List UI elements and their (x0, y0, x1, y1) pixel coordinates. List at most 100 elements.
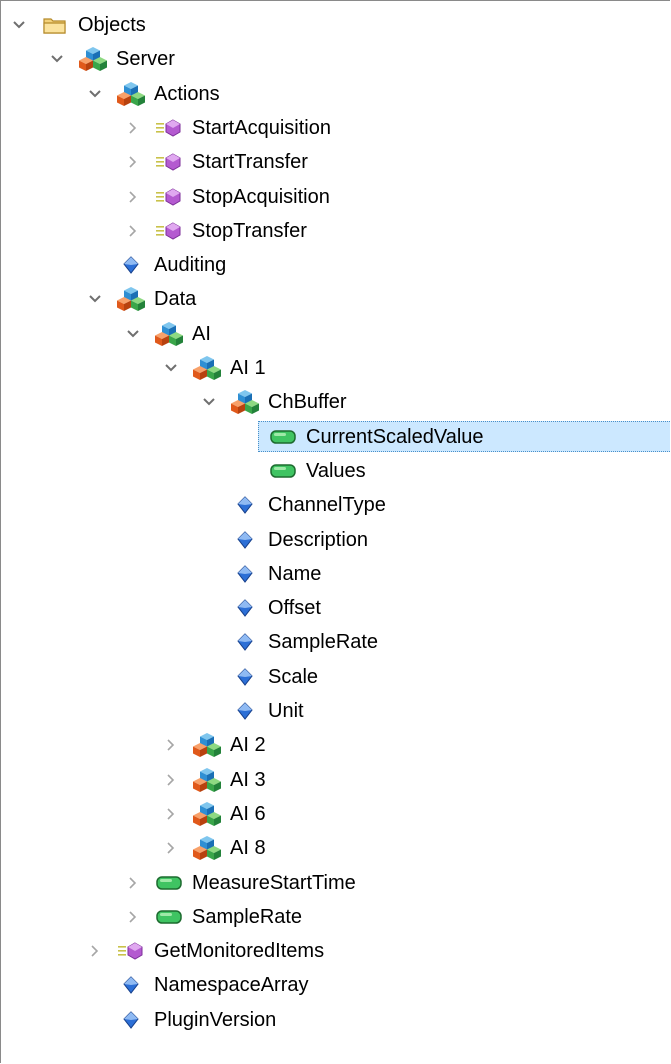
folder-icon (38, 8, 72, 42)
tree-node[interactable]: StartTransfer (1, 145, 670, 179)
tree-node[interactable]: Name (1, 557, 670, 591)
tree-node-label: Auditing (154, 254, 227, 277)
chevron-down-icon[interactable] (161, 351, 181, 385)
chevron-down-icon[interactable] (199, 385, 219, 419)
tree-node[interactable]: AI 3 (1, 763, 670, 797)
tree-node[interactable]: Data (1, 282, 670, 316)
tree-node[interactable]: Auditing (1, 248, 670, 282)
property-icon (228, 488, 262, 522)
object-icon (190, 728, 224, 762)
chevron-right-icon[interactable] (161, 728, 181, 762)
variable-icon (152, 900, 186, 934)
chevron-down-icon[interactable] (85, 77, 105, 111)
tree-node[interactable]: Unit (1, 694, 670, 728)
chevron-down-icon[interactable] (9, 8, 29, 42)
method-icon (152, 180, 186, 214)
tree-node-label: StartTransfer (192, 151, 308, 174)
property-icon (114, 1003, 148, 1037)
chevron-down-icon[interactable] (47, 42, 67, 76)
chevron-right-icon[interactable] (85, 934, 105, 968)
tree-node-label: StopAcquisition (192, 185, 330, 208)
tree-node-label: Unit (268, 700, 304, 722)
tree-node[interactable]: Description (1, 523, 670, 557)
property-icon (228, 591, 262, 625)
property-icon (114, 248, 148, 282)
object-icon (76, 42, 110, 76)
object-icon (190, 351, 224, 385)
tree-node-label: Description (268, 528, 369, 551)
object-icon (190, 797, 224, 831)
variable-icon (266, 420, 300, 454)
tree-node-label: CurrentScaledValue (306, 425, 484, 448)
tree-node[interactable]: Offset (1, 591, 670, 625)
property-icon (228, 625, 262, 659)
tree-node[interactable]: GetMonitoredItems (1, 934, 670, 968)
method-icon (152, 145, 186, 179)
tree-node[interactable]: CurrentScaledValue (1, 420, 670, 454)
tree-node[interactable]: AI 6 (1, 797, 670, 831)
chevron-right-icon[interactable] (161, 797, 181, 831)
chevron-right-icon[interactable] (161, 831, 181, 865)
chevron-down-icon[interactable] (123, 317, 143, 351)
tree-node[interactable]: StartAcquisition (1, 111, 670, 145)
tree-node[interactable]: Objects (1, 8, 670, 42)
tree-node-label: ChBuffer (268, 391, 347, 414)
tree-node[interactable]: StopAcquisition (1, 180, 670, 214)
tree-node[interactable]: NamespaceArray (1, 968, 670, 1002)
tree-node-label: Objects (78, 14, 146, 36)
tree-node-label: AI 3 (230, 768, 266, 791)
tree-node-label: AI 1 (230, 357, 266, 379)
chevron-right-icon[interactable] (123, 866, 143, 900)
method-icon (152, 111, 186, 145)
tree-node[interactable]: SampleRate (1, 625, 670, 659)
method-icon (114, 934, 148, 968)
tree-node-label: StartAcquisition (192, 116, 331, 139)
tree-node-label: Values (306, 459, 366, 482)
tree-node-label: AI 6 (230, 802, 266, 825)
tree-node[interactable]: ChBuffer (1, 385, 670, 419)
object-icon (114, 77, 148, 111)
object-icon (228, 385, 262, 419)
property-icon (228, 694, 262, 728)
variable-icon (152, 866, 186, 900)
property-icon (228, 660, 262, 694)
tree-node[interactable]: MeasureStartTime (1, 866, 670, 900)
tree-node[interactable]: Scale (1, 660, 670, 694)
chevron-right-icon[interactable] (123, 145, 143, 179)
chevron-right-icon[interactable] (161, 763, 181, 797)
tree-node-label: StopTransfer (192, 219, 307, 242)
tree-node-label: SampleRate (268, 631, 379, 654)
tree-node[interactable]: AI 2 (1, 728, 670, 762)
tree-node[interactable]: Values (1, 454, 670, 488)
chevron-right-icon[interactable] (123, 111, 143, 145)
tree-node-label: GetMonitoredItems (154, 940, 325, 963)
tree-node[interactable]: Actions (1, 77, 670, 111)
object-icon (190, 831, 224, 865)
variable-icon (266, 454, 300, 488)
tree-node-label: AI 2 (230, 734, 266, 757)
tree-node-label: SampleRate (192, 905, 303, 928)
tree-node-label: ChannelType (268, 494, 386, 517)
tree-node[interactable]: AI (1, 317, 670, 351)
tree-node[interactable]: StopTransfer (1, 214, 670, 248)
tree-node[interactable]: SampleRate (1, 900, 670, 934)
tree-node-label: Server (116, 48, 175, 71)
chevron-right-icon[interactable] (123, 180, 143, 214)
tree-node-label: Actions (154, 82, 220, 105)
tree-node[interactable]: PluginVersion (1, 1003, 670, 1037)
tree-node[interactable]: Server (1, 42, 670, 76)
object-icon (152, 317, 186, 351)
method-icon (152, 214, 186, 248)
chevron-down-icon[interactable] (85, 282, 105, 316)
chevron-right-icon[interactable] (123, 900, 143, 934)
tree-node-label: Name (268, 562, 322, 585)
chevron-right-icon[interactable] (123, 214, 143, 248)
tree-node-label: Data (154, 288, 197, 311)
tree-node[interactable]: AI 1 (1, 351, 670, 385)
tree-node-label: PluginVersion (154, 1008, 277, 1031)
tree-node-label: Offset (268, 597, 321, 620)
tree-node[interactable]: ChannelType (1, 488, 670, 522)
tree-view[interactable]: Objects Server Actions StartAcquisition Star… (0, 0, 670, 1063)
tree-node[interactable]: AI 8 (1, 831, 670, 865)
object-icon (114, 282, 148, 316)
